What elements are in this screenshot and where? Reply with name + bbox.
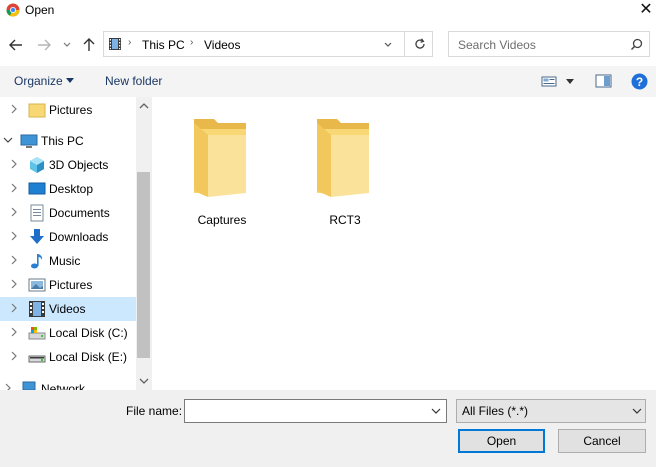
- search-icon[interactable]: [630, 38, 643, 51]
- back-arrow-icon[interactable]: [7, 36, 25, 54]
- nav-item-downloads[interactable]: Downloads: [0, 225, 136, 249]
- cube-icon: [30, 157, 44, 173]
- open-button[interactable]: Open: [458, 429, 545, 453]
- expand-chevron-icon[interactable]: [9, 159, 19, 169]
- forward-arrow-icon[interactable]: [35, 36, 53, 54]
- nav-item-local-disk-e[interactable]: Local Disk (E:): [0, 345, 136, 369]
- expand-chevron-icon[interactable]: [9, 327, 19, 337]
- folder-name: Captures: [197, 213, 247, 227]
- file-type-select[interactable]: All Files (*.*): [456, 399, 646, 423]
- nav-item-videos[interactable]: Videos: [0, 297, 136, 321]
- folder-icon: [317, 119, 369, 197]
- collapse-chevron-icon[interactable]: [3, 135, 13, 145]
- recent-locations-chevron-icon[interactable]: [62, 40, 72, 50]
- download-arrow-icon: [30, 229, 44, 244]
- organize-dropdown-arrow-icon[interactable]: [66, 78, 74, 84]
- change-view-icon[interactable]: [541, 75, 557, 88]
- search-placeholder: Search Videos: [458, 38, 536, 52]
- nav-item-3d-objects[interactable]: 3D Objects: [0, 153, 136, 177]
- close-button[interactable]: ✕: [636, 0, 656, 20]
- nav-item-label: Music: [49, 254, 81, 268]
- expand-chevron-icon[interactable]: [9, 255, 19, 265]
- expand-chevron-icon[interactable]: [9, 104, 19, 114]
- nav-item-music[interactable]: Music: [0, 249, 136, 273]
- computer-icon: [20, 134, 38, 148]
- file-name-input[interactable]: [184, 399, 447, 423]
- breadcrumb-separator-icon[interactable]: ›: [190, 37, 193, 48]
- up-arrow-icon[interactable]: [80, 36, 98, 54]
- nav-item-label: Pictures: [49, 278, 93, 292]
- drive-icon: [28, 327, 46, 340]
- expand-chevron-icon[interactable]: [9, 183, 19, 193]
- nav-item-network[interactable]: Network: [0, 377, 136, 390]
- file-type-dropdown-chevron-icon[interactable]: [632, 407, 642, 415]
- folder-item[interactable]: RCT3: [297, 107, 393, 227]
- scroll-down-arrow-icon[interactable]: [139, 377, 149, 385]
- title-bar: Open ✕: [0, 0, 656, 22]
- network-icon: [22, 381, 36, 390]
- drive-icon: [28, 355, 46, 363]
- expand-chevron-icon[interactable]: [9, 231, 19, 241]
- desktop-icon: [28, 182, 46, 195]
- expand-chevron-icon[interactable]: [9, 207, 19, 217]
- command-toolbar: Organize New folder ?: [0, 66, 656, 97]
- nav-item-label: 3D Objects: [49, 158, 109, 172]
- address-bar[interactable]: › This PC › Videos: [103, 31, 433, 57]
- pictures-icon: [28, 278, 46, 292]
- nav-item-this-pc[interactable]: This PC: [0, 129, 136, 153]
- expand-chevron-icon[interactable]: [9, 279, 19, 289]
- file-type-value: All Files (*.*): [462, 404, 529, 418]
- file-name-label: File name:: [126, 404, 183, 418]
- address-divider: [404, 32, 405, 56]
- nav-item-label: Desktop: [49, 182, 94, 196]
- breadcrumb-videos[interactable]: Videos: [204, 38, 240, 52]
- folder-item[interactable]: Captures: [174, 107, 270, 227]
- expand-chevron-icon[interactable]: [9, 351, 19, 361]
- nav-item-label: Network: [41, 382, 86, 390]
- svg-text:?: ?: [636, 75, 643, 89]
- refresh-icon[interactable]: [413, 37, 427, 51]
- chrome-app-icon: [6, 3, 20, 17]
- address-dropdown-chevron-icon[interactable]: [383, 40, 393, 50]
- film-icon: [109, 38, 121, 50]
- help-icon[interactable]: ?: [631, 73, 648, 90]
- expand-chevron-icon[interactable]: [9, 303, 19, 313]
- new-folder-button[interactable]: New folder: [105, 74, 162, 88]
- nav-item-label: Local Disk (E:): [49, 350, 128, 364]
- file-name-dropdown-chevron-icon[interactable]: [431, 407, 441, 415]
- close-icon: ✕: [639, 1, 653, 18]
- nav-item-pictures[interactable]: Pictures: [0, 273, 136, 297]
- breadcrumb-this-pc[interactable]: This PC: [142, 38, 185, 52]
- scrollbar-thumb[interactable]: [137, 172, 150, 358]
- search-box[interactable]: Search Videos: [448, 31, 650, 57]
- organize-menu[interactable]: Organize: [14, 74, 63, 88]
- nav-item-label: Local Disk (C:): [49, 326, 128, 340]
- nav-item-label: Videos: [49, 302, 86, 316]
- nav-item-label: Downloads: [49, 230, 109, 244]
- nav-item-documents[interactable]: Documents: [0, 201, 136, 225]
- folder-icon: [28, 103, 46, 118]
- view-dropdown-arrow-icon[interactable]: [566, 79, 574, 85]
- document-icon: [30, 204, 44, 222]
- scroll-up-arrow-icon[interactable]: [139, 102, 149, 110]
- film-icon: [29, 301, 45, 317]
- navigation-pane: Pictures This PC 3D Objects Desktop Docu…: [0, 97, 136, 390]
- cancel-button[interactable]: Cancel: [558, 429, 646, 453]
- music-note-icon: [31, 254, 43, 269]
- breadcrumb-separator-icon[interactable]: ›: [128, 37, 131, 48]
- nav-item-label: This PC: [41, 134, 84, 148]
- nav-item-label: Documents: [49, 206, 110, 220]
- expand-chevron-icon[interactable]: [3, 383, 13, 390]
- folder-name: RCT3: [329, 213, 361, 227]
- nav-item-label: Pictures: [49, 103, 93, 117]
- nav-item-desktop[interactable]: Desktop: [0, 177, 136, 201]
- folder-icon: [194, 119, 246, 197]
- file-list-area: Captures RCT3: [152, 97, 656, 390]
- nav-item-local-disk-c[interactable]: Local Disk (C:): [0, 321, 136, 345]
- nav-item-pictures-quick[interactable]: Pictures: [0, 98, 136, 122]
- window-title: Open: [25, 3, 55, 17]
- preview-pane-icon[interactable]: [595, 74, 612, 89]
